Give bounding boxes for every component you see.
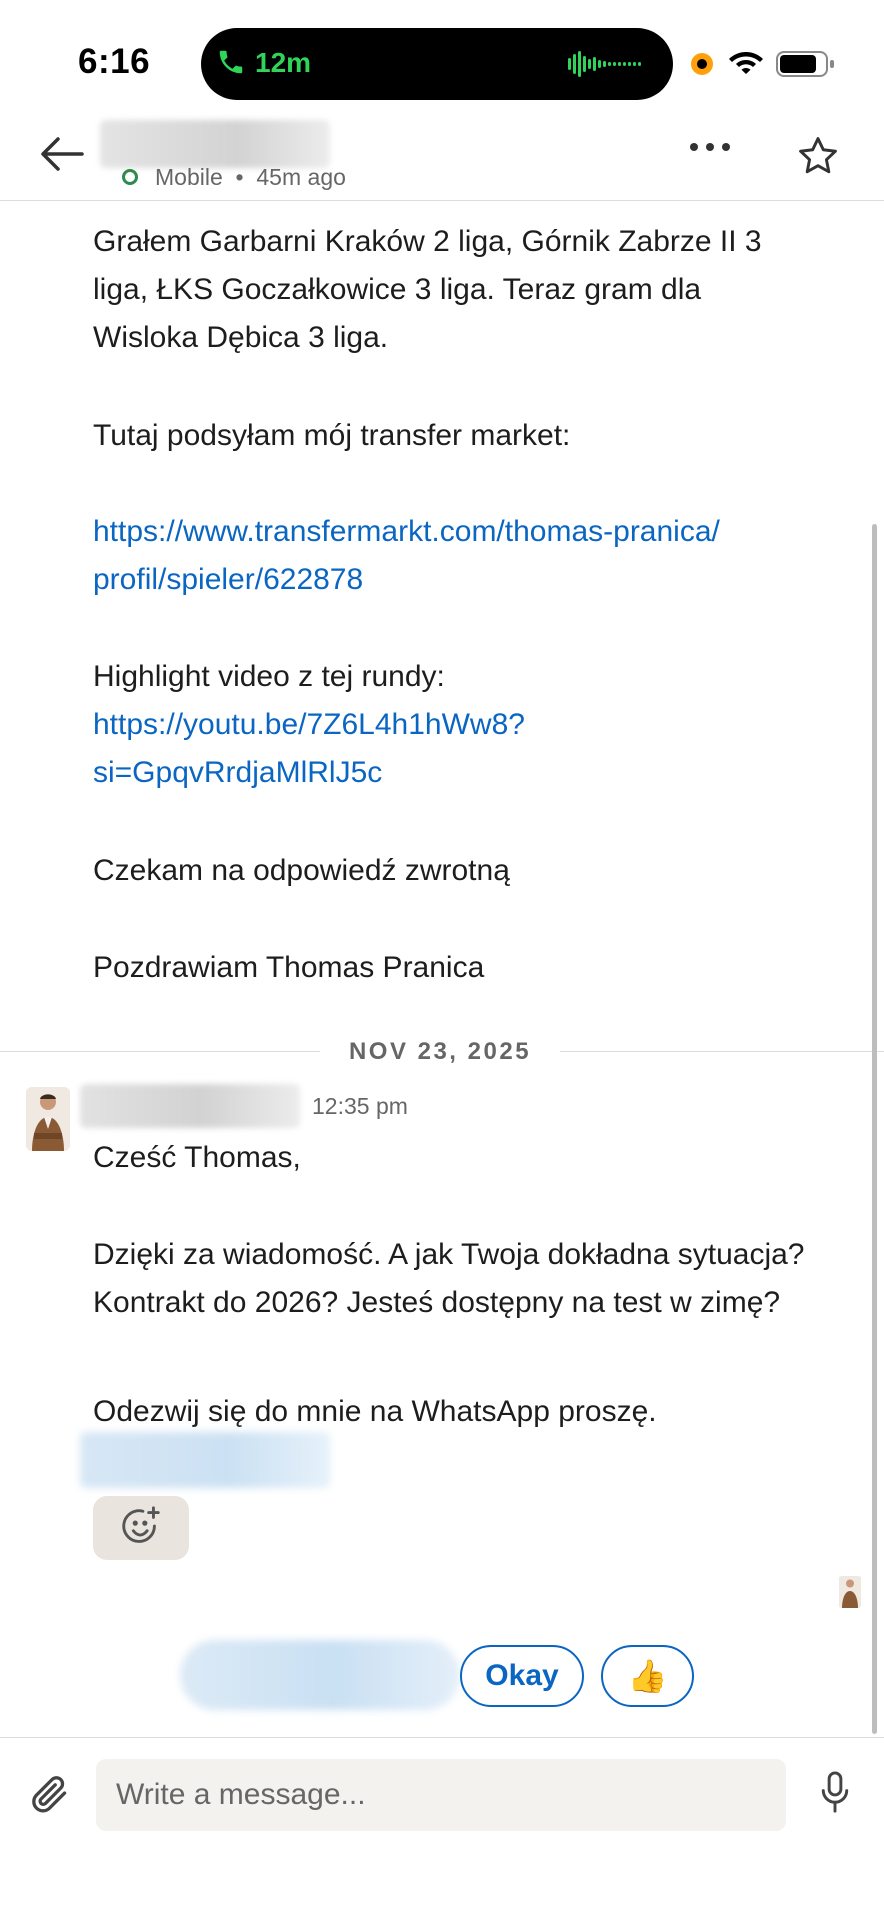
more-horizontal-icon[interactable] <box>688 140 732 159</box>
message-signature: Pozdrawiam Thomas Pranica <box>93 951 485 984</box>
contact-name-redacted[interactable] <box>100 120 330 168</box>
transfermarkt-link[interactable]: https://www.transfermarkt.com/thomas-pra… <box>93 508 813 604</box>
youtube-link[interactable]: https://youtu.be/7Z6L4h1hWw8? si=GpqvRrd… <box>93 701 813 797</box>
paperclip-icon[interactable] <box>27 1772 71 1821</box>
quick-reply-thumbs-up[interactable]: 👍 <box>601 1645 694 1707</box>
quick-reply-okay[interactable]: Okay <box>460 1645 584 1707</box>
message-paragraph: Czekam na odpowiedź zwrotną <box>93 854 510 887</box>
arrow-left-icon[interactable] <box>38 134 86 179</box>
avatar[interactable] <box>26 1087 70 1151</box>
wifi-icon <box>728 48 764 81</box>
status-time: 6:16 <box>78 42 151 81</box>
recording-indicator <box>691 53 713 75</box>
battery-icon <box>776 50 836 83</box>
call-duration: 12m <box>255 47 312 78</box>
phone-number-redacted[interactable] <box>80 1432 330 1488</box>
message-paragraph: Highlight video z tej rundy: <box>93 660 445 693</box>
microphone-icon[interactable] <box>820 1770 850 1819</box>
presence-status: Mobile • 45m ago <box>155 164 346 190</box>
quick-reply-redacted[interactable] <box>180 1640 460 1710</box>
header-divider <box>0 200 884 201</box>
scrollbar[interactable] <box>872 524 877 1734</box>
phone-call-icon <box>216 46 246 83</box>
sender-name-redacted[interactable] <box>80 1084 300 1128</box>
add-reaction-icon <box>118 1503 164 1554</box>
date-divider-line <box>0 1051 320 1052</box>
message-paragraph: Tutaj podsyłam mój transfer market: <box>93 419 571 452</box>
message-paragraph: Cześć Thomas, <box>93 1141 301 1174</box>
add-reaction-button[interactable] <box>93 1496 189 1560</box>
date-divider: NOV 23, 2025 <box>348 1038 532 1065</box>
composer-divider <box>0 1737 884 1738</box>
message-time: 12:35 pm <box>312 1093 408 1119</box>
seen-receipt-avatar <box>838 1576 862 1608</box>
presence-dot-icon <box>122 169 138 185</box>
star-outline-icon[interactable] <box>796 134 840 183</box>
message-paragraph: Grałem Garbarni Kraków 2 liga, Górnik Za… <box>93 225 762 354</box>
message-input[interactable] <box>96 1759 786 1831</box>
audio-waveform-icon <box>568 50 648 83</box>
message-paragraph: Odezwij się do mnie na WhatsApp proszę. <box>93 1395 657 1428</box>
message-paragraph: Dzięki za wiadomość. A jak Twoja dokładn… <box>93 1238 805 1319</box>
date-divider-line <box>560 1051 884 1052</box>
